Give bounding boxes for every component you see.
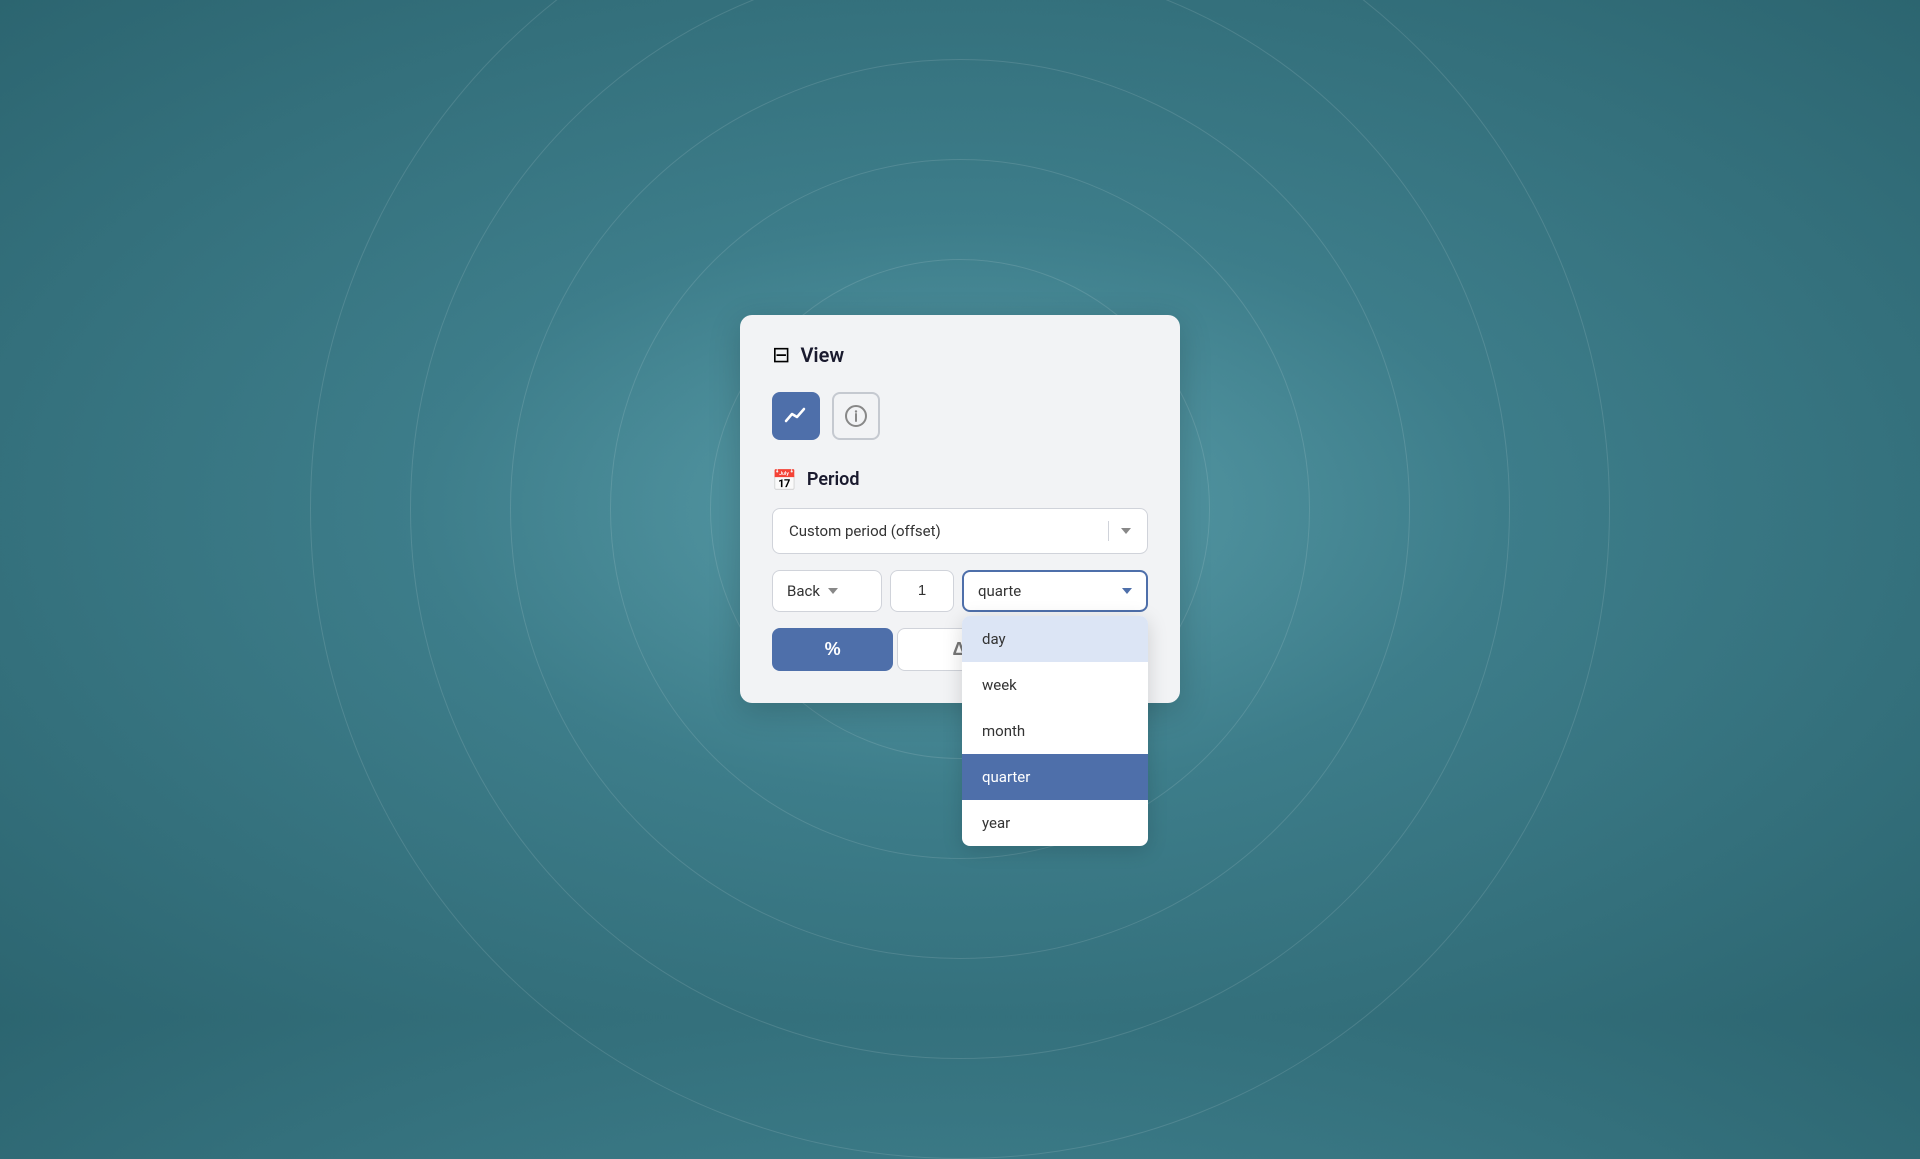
period-select-chevron-icon: [1121, 528, 1131, 534]
back-select-chevron-icon: [828, 588, 838, 594]
panel-header: ⊟ View: [772, 343, 1148, 368]
dropdown-item-week[interactable]: week: [962, 662, 1148, 708]
panel-title: View: [800, 343, 844, 367]
chart-view-button[interactable]: [772, 392, 820, 440]
unit-select[interactable]: quarte: [962, 570, 1148, 612]
back-select-label: Back: [787, 582, 820, 600]
period-select-wrapper: Custom period (offset): [772, 508, 1148, 554]
dropdown-item-day[interactable]: day: [962, 616, 1148, 662]
back-select[interactable]: Back: [772, 570, 882, 612]
view-panel: ⊟ View 📅 Period Custom period (offset): [740, 315, 1180, 703]
sliders-icon: ⊟: [772, 343, 790, 368]
dropdown-item-month[interactable]: month: [962, 708, 1148, 754]
dropdown-item-year[interactable]: year: [962, 800, 1148, 846]
unit-select-chevron-icon: [1122, 588, 1132, 594]
unit-dropdown-menu: day week month quarter year: [962, 616, 1148, 846]
dropdown-item-quarter[interactable]: quarter: [962, 754, 1148, 800]
unit-select-label: quarte: [978, 582, 1021, 600]
select-divider: [1108, 521, 1109, 541]
calendar-icon: 📅: [772, 468, 797, 492]
view-icons-row: [772, 392, 1148, 440]
controls-row: Back quarte day week month: [772, 570, 1148, 612]
percent-button[interactable]: %: [772, 628, 893, 671]
period-select-value: Custom period (offset): [789, 522, 941, 540]
period-title: Period: [807, 469, 860, 490]
number-input[interactable]: [890, 570, 954, 612]
info-view-button[interactable]: [832, 392, 880, 440]
unit-select-wrapper: quarte day week month quarter year: [962, 570, 1148, 612]
period-select[interactable]: Custom period (offset): [772, 508, 1148, 554]
period-section-header: 📅 Period: [772, 468, 1148, 492]
info-icon: [843, 403, 869, 429]
chart-icon: [783, 403, 809, 429]
